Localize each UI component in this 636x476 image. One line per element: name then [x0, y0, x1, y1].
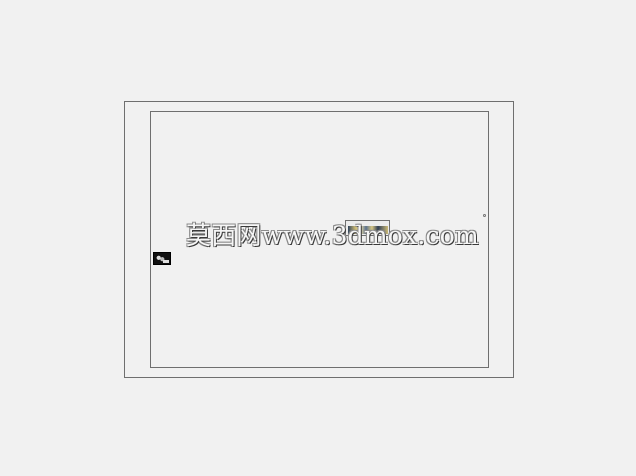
circle-icon[interactable]: [483, 214, 486, 217]
watermark-text: 莫西网www.3dmox.com: [186, 221, 479, 250]
drawing-canvas[interactable]: 莫西网www.3dmox.com: [0, 0, 636, 476]
image-thumbnail-icon[interactable]: [153, 252, 171, 265]
